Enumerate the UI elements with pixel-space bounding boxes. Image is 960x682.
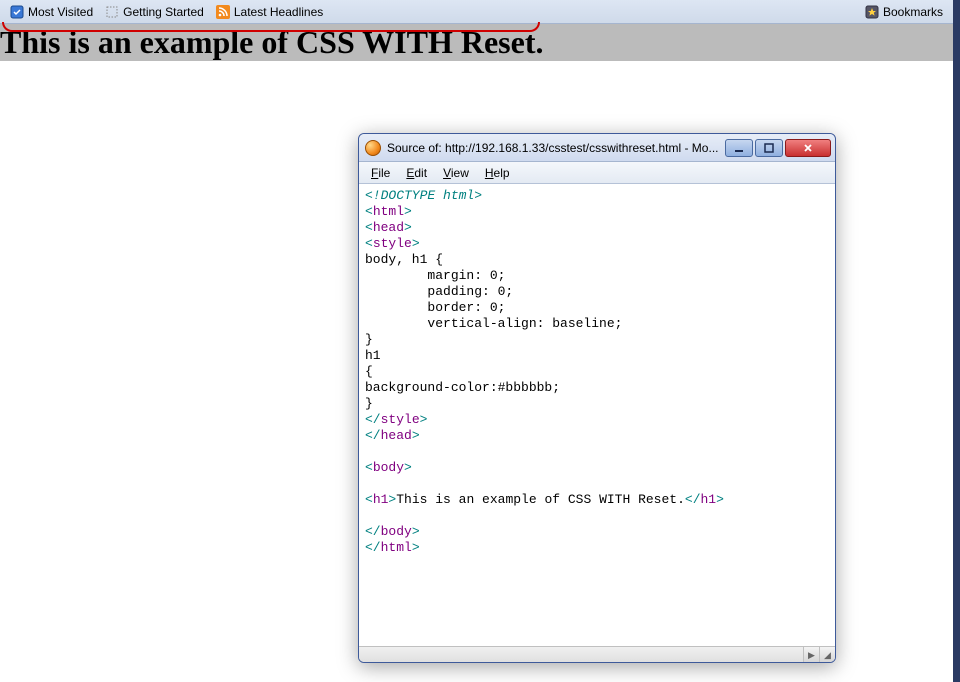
toolbar-item-getting-started[interactable]: Getting Started	[99, 3, 210, 21]
source-window-menubar: File Edit View Help	[359, 162, 835, 184]
scrollbar-corner: ◢	[819, 647, 835, 663]
dotted-page-icon	[105, 5, 119, 19]
source-code-view[interactable]: <!DOCTYPE html> <html> <head> <style> bo…	[359, 184, 835, 646]
source-window-title: Source of: http://192.168.1.33/csstest/c…	[387, 141, 725, 155]
firefox-icon	[365, 140, 381, 156]
close-button[interactable]	[785, 139, 831, 157]
toolbar-item-label: Getting Started	[123, 5, 204, 19]
toolbar-item-latest-headlines[interactable]: Latest Headlines	[210, 3, 329, 21]
toolbar-item-bookmarks[interactable]: Bookmarks	[859, 3, 949, 21]
code-doctype: <!DOCTYPE html>	[365, 188, 482, 203]
window-controls	[725, 139, 831, 157]
toolbar-item-label: Most Visited	[28, 5, 93, 19]
toolbar-item-label: Latest Headlines	[234, 5, 323, 19]
scrollbar-horizontal[interactable]: ▶ ◢	[359, 646, 835, 662]
annotation-highlight	[2, 22, 540, 32]
menu-help[interactable]: Help	[477, 164, 518, 182]
source-window-titlebar[interactable]: Source of: http://192.168.1.33/csstest/c…	[359, 134, 835, 162]
toolbar-item-most-visited[interactable]: Most Visited	[4, 3, 99, 21]
scrollbar-right-button[interactable]: ▶	[803, 647, 819, 663]
menu-view[interactable]: View	[435, 164, 477, 182]
source-window: Source of: http://192.168.1.33/csstest/c…	[358, 133, 836, 663]
menu-file[interactable]: File	[363, 164, 398, 182]
window-border-right	[953, 0, 960, 682]
most-visited-icon	[10, 5, 24, 19]
rss-icon	[216, 5, 230, 19]
bookmarks-toolbar: Most Visited Getting Started Latest Head…	[0, 0, 953, 24]
minimize-button[interactable]	[725, 139, 753, 157]
maximize-button[interactable]	[755, 139, 783, 157]
bookmarks-icon	[865, 5, 879, 19]
menu-edit[interactable]: Edit	[398, 164, 435, 182]
browser-window: Most Visited Getting Started Latest Head…	[0, 0, 960, 682]
toolbar-item-label: Bookmarks	[883, 5, 943, 19]
